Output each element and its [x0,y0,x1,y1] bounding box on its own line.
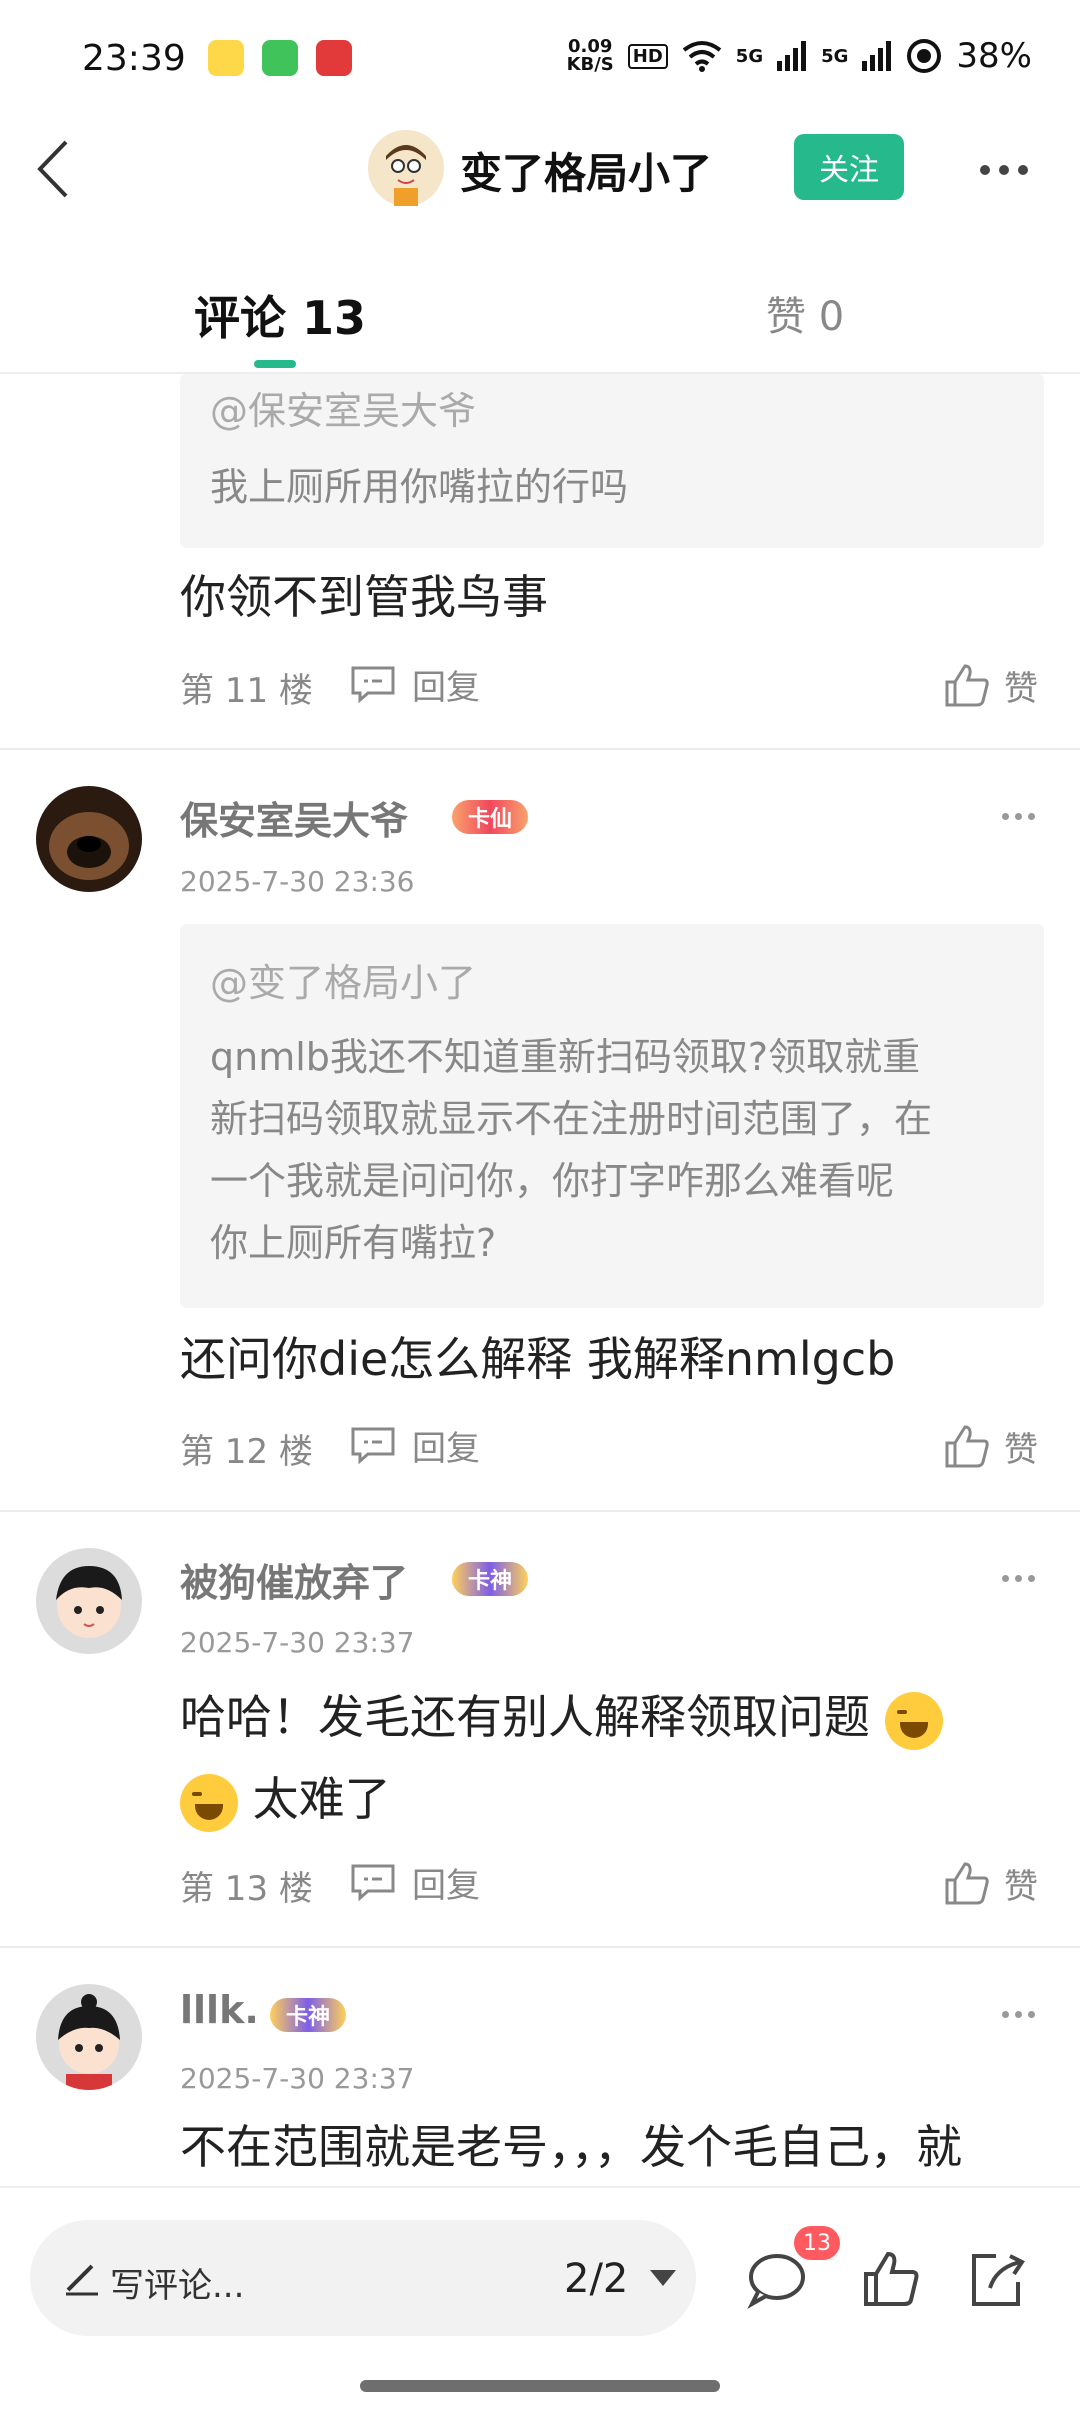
comment-time: 2025-7-30 23:37 [180,2062,415,2095]
reply-icon [351,1864,395,1901]
reply-label: 回复 [412,1428,480,1469]
home-indicator[interactable] [360,2380,720,2392]
level-badge: 卡仙 [452,800,529,834]
status-bar: 23:39 0.09 KB/S HD 5G 5G 38% [0,0,1080,120]
battery-icon [907,39,942,73]
signal-bars-icon [777,41,807,71]
username[interactable]: lllk. [180,1988,259,2032]
reply-label: 回复 [412,667,480,708]
like-label: 赞 [1004,1429,1038,1470]
floor-number: 第 12 楼 [180,1432,313,1472]
quoted-comment[interactable]: @保安室吴大爷 我上厕所用你嘴拉的行吗 [180,374,1044,548]
user-avatar[interactable] [36,1548,142,1654]
reply-label: 回复 [412,1865,480,1906]
bottom-bar: 写评论... 2/2 13 [0,2186,1080,2414]
laughing-crying-emoji-icon [180,1773,238,1832]
signal-icon: 5G [821,45,849,67]
thumbs-up-icon [945,664,989,707]
quoted-comment[interactable]: @变了格局小了 qnmlb我还不知道重新扫码领取?领取就重 新扫码领取就显示不在… [180,924,1044,1308]
divider [0,1946,1080,1948]
like-label: 赞 [1004,668,1038,709]
cartoon-girl-avatar [36,1984,142,2090]
quote-mention[interactable]: @变了格局小了 [210,952,476,1014]
comment-time: 2025-7-30 23:37 [180,1626,415,1659]
user-avatar[interactable] [36,786,142,892]
comment-text: 还问你die怎么解释 我解释nmlgcb [180,1332,896,1386]
write-comment-label: 写评论... [110,2266,245,2306]
more-options-icon[interactable] [980,150,1040,190]
comment-text: 哈哈！发毛还有别人解释领取问题 太难了 [180,1676,1050,1840]
hd-icon: HD [627,43,668,69]
comment-text-line: 太难了 [252,1772,391,1826]
share-icon[interactable] [966,2248,1028,2310]
comment-time: 2025-7-30 23:36 [180,865,415,898]
cartoon-boy-avatar [36,1548,142,1654]
reply-icon [351,1427,395,1464]
status-indicators: 0.09 KB/S HD 5G 5G 38% [567,36,1032,76]
battery-level: 38% [956,36,1032,76]
author-avatar[interactable] [368,130,444,206]
reply-button[interactable]: 回复 [350,664,480,708]
cartoon-face-icon [368,130,444,206]
tab-comments[interactable]: 评论 13 [194,282,366,348]
username[interactable]: 被狗催放弃了 [180,1552,408,1607]
thumbs-up-icon [945,1862,989,1905]
divider [0,1510,1080,1512]
comment-icon[interactable] [746,2248,808,2310]
reply-button[interactable]: 回复 [350,1862,480,1906]
signal-bars-icon [862,41,892,71]
page-indicator[interactable]: 2/2 [564,2256,628,2302]
like-button[interactable]: 赞 [944,1858,1038,1908]
speed-unit: KB/S [566,54,614,75]
status-time: 23:39 [82,38,186,79]
signal-icon: 5G [735,45,764,67]
app-notification-icon [262,40,298,76]
quote-line: 一个我就是问问你，你打字咋那么难看呢 [210,1159,895,1203]
comment-text-line: 哈哈！发毛还有别人解释领取问题 [180,1690,870,1744]
comment-text: 你领不到管我鸟事 [180,570,548,624]
comment-more-icon[interactable] [1002,806,1038,826]
comment-text: 不在范围就是老号，，，发个毛自己，就 [180,2120,962,2174]
username[interactable]: 保安室吴大爷 [180,790,408,845]
network-speed: 0.09 KB/S [567,38,614,74]
tab-active-indicator [254,360,296,368]
quote-line: 新扫码领取就显示不在注册时间范围了，在 [210,1097,933,1141]
floor-number: 第 13 楼 [180,1869,313,1909]
quote-line: qnmlb我还不知道重新扫码领取?领取就重 [210,1035,921,1079]
floor-number: 第 11 楼 [180,671,313,711]
thumbs-up-icon [945,1425,989,1468]
top-bar: 变了格局小了 关注 [0,120,1080,220]
quote-text: 我上厕所用你嘴拉的行吗 [210,465,629,509]
like-button[interactable]: 赞 [944,660,1038,710]
tab-likes[interactable]: 赞 0 [766,284,844,342]
quote-mention[interactable]: @保安室吴大爷 [210,380,476,442]
like-label: 赞 [1004,1866,1038,1907]
comment-count-badge: 13 [794,2226,840,2260]
app-notification-icon [208,40,244,76]
chevron-down-icon[interactable] [650,2270,676,2286]
comment-more-icon[interactable] [1002,1568,1038,1588]
follow-button[interactable]: 关注 [794,134,904,200]
user-avatar[interactable] [36,1984,142,2090]
reply-button[interactable]: 回复 [350,1425,480,1469]
divider [0,748,1080,750]
level-badge: 卡神 [452,1562,529,1596]
back-arrow-icon[interactable] [28,134,88,204]
level-badge: 卡神 [270,1998,347,2032]
author-name[interactable]: 变了格局小了 [460,140,712,201]
reply-icon [351,666,395,703]
write-comment-input[interactable]: 写评论... 2/2 [30,2220,696,2336]
pen-icon [66,2264,98,2296]
comment-more-icon[interactable] [1002,2004,1038,2024]
like-button[interactable]: 赞 [944,1421,1038,1471]
tab-bar: 评论 13 赞 0 [0,250,1080,374]
laughing-crying-emoji-icon [884,1691,943,1750]
dog-photo-avatar [36,786,142,892]
app-notification-icon [316,40,352,76]
notification-app-icons [208,40,352,76]
quote-line: 你上厕所有嘴拉? [210,1221,497,1265]
wifi-icon [682,41,722,72]
thumbs-up-icon[interactable] [860,2248,922,2310]
